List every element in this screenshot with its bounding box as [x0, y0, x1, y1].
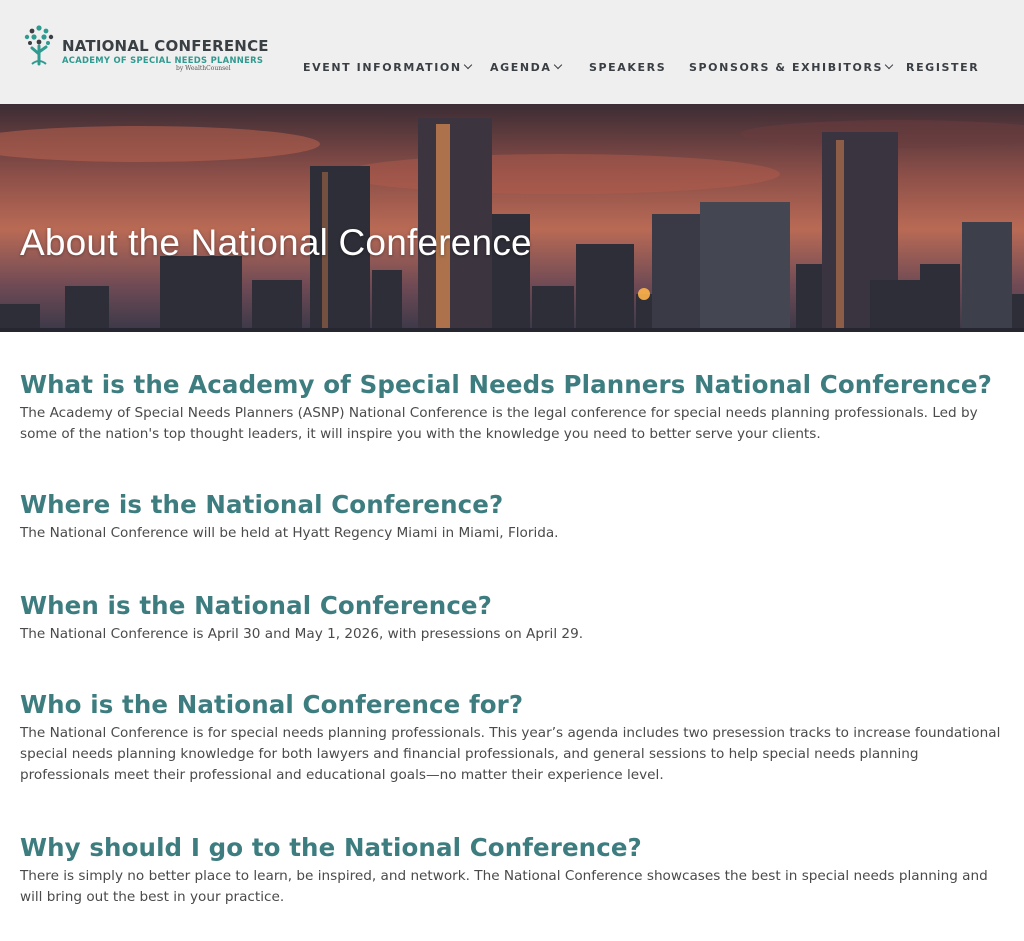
chevron-down-icon — [553, 60, 562, 70]
site-header: NATIONAL CONFERENCE ACADEMY OF SPECIAL N… — [0, 0, 1024, 104]
faq-question: What is the Academy of Special Needs Pla… — [20, 370, 992, 399]
faq-question: Where is the National Conference? — [20, 490, 504, 519]
nav-register-label: REGISTER — [906, 61, 980, 74]
faq-item: When is the National Conference? The Nat… — [20, 591, 1004, 645]
chevron-down-icon — [463, 60, 472, 70]
faq-answer: There is simply no better place to learn… — [20, 868, 988, 905]
faq-item: What is the Academy of Special Needs Pla… — [20, 370, 1004, 445]
nav-event-information[interactable]: EVENT INFORMATION — [303, 60, 472, 74]
faq-question: Who is the National Conference for? — [20, 690, 524, 719]
faq-item: Where is the National Conference? The Na… — [20, 490, 1004, 544]
nav-agenda[interactable]: AGENDA — [490, 60, 562, 74]
faq-question: Why should I go to the National Conferen… — [20, 833, 642, 862]
faq-question: When is the National Conference? — [20, 591, 492, 620]
nav-event-information-label: EVENT INFORMATION — [303, 61, 462, 74]
faq-item: Why should I go to the National Conferen… — [20, 833, 1004, 908]
chevron-down-icon — [884, 60, 894, 70]
nav-agenda-label: AGENDA — [490, 61, 552, 74]
nav-sponsors-exhibitors-label: SPONSORS & EXHIBITORS — [689, 61, 884, 74]
logo-title: NATIONAL CONFERENCE — [62, 37, 269, 55]
faq-answer: The National Conference is for special n… — [20, 725, 1001, 783]
hero-banner: About the National Conference — [0, 104, 1024, 332]
faq-item: Who is the National Conference for? The … — [20, 690, 1004, 786]
tree-logo-icon — [24, 25, 54, 66]
nav-speakers-label: SPEAKERS — [589, 61, 667, 74]
nav-register[interactable]: REGISTER — [906, 61, 979, 74]
faq-answer: The Academy of Special Needs Planners (A… — [20, 405, 978, 442]
main-nav: EVENT INFORMATION AGENDA SPEAKERS SPONSO… — [0, 60, 1024, 75]
city-skyline-image — [0, 104, 1024, 332]
nav-sponsors-exhibitors[interactable]: SPONSORS & EXHIBITORS — [689, 60, 894, 74]
faq-answer: The National Conference will be held at … — [20, 525, 559, 541]
nav-speakers[interactable]: SPEAKERS — [589, 61, 666, 74]
faq-answer: The National Conference is April 30 and … — [20, 626, 584, 642]
page-title: About the National Conference — [20, 222, 532, 263]
